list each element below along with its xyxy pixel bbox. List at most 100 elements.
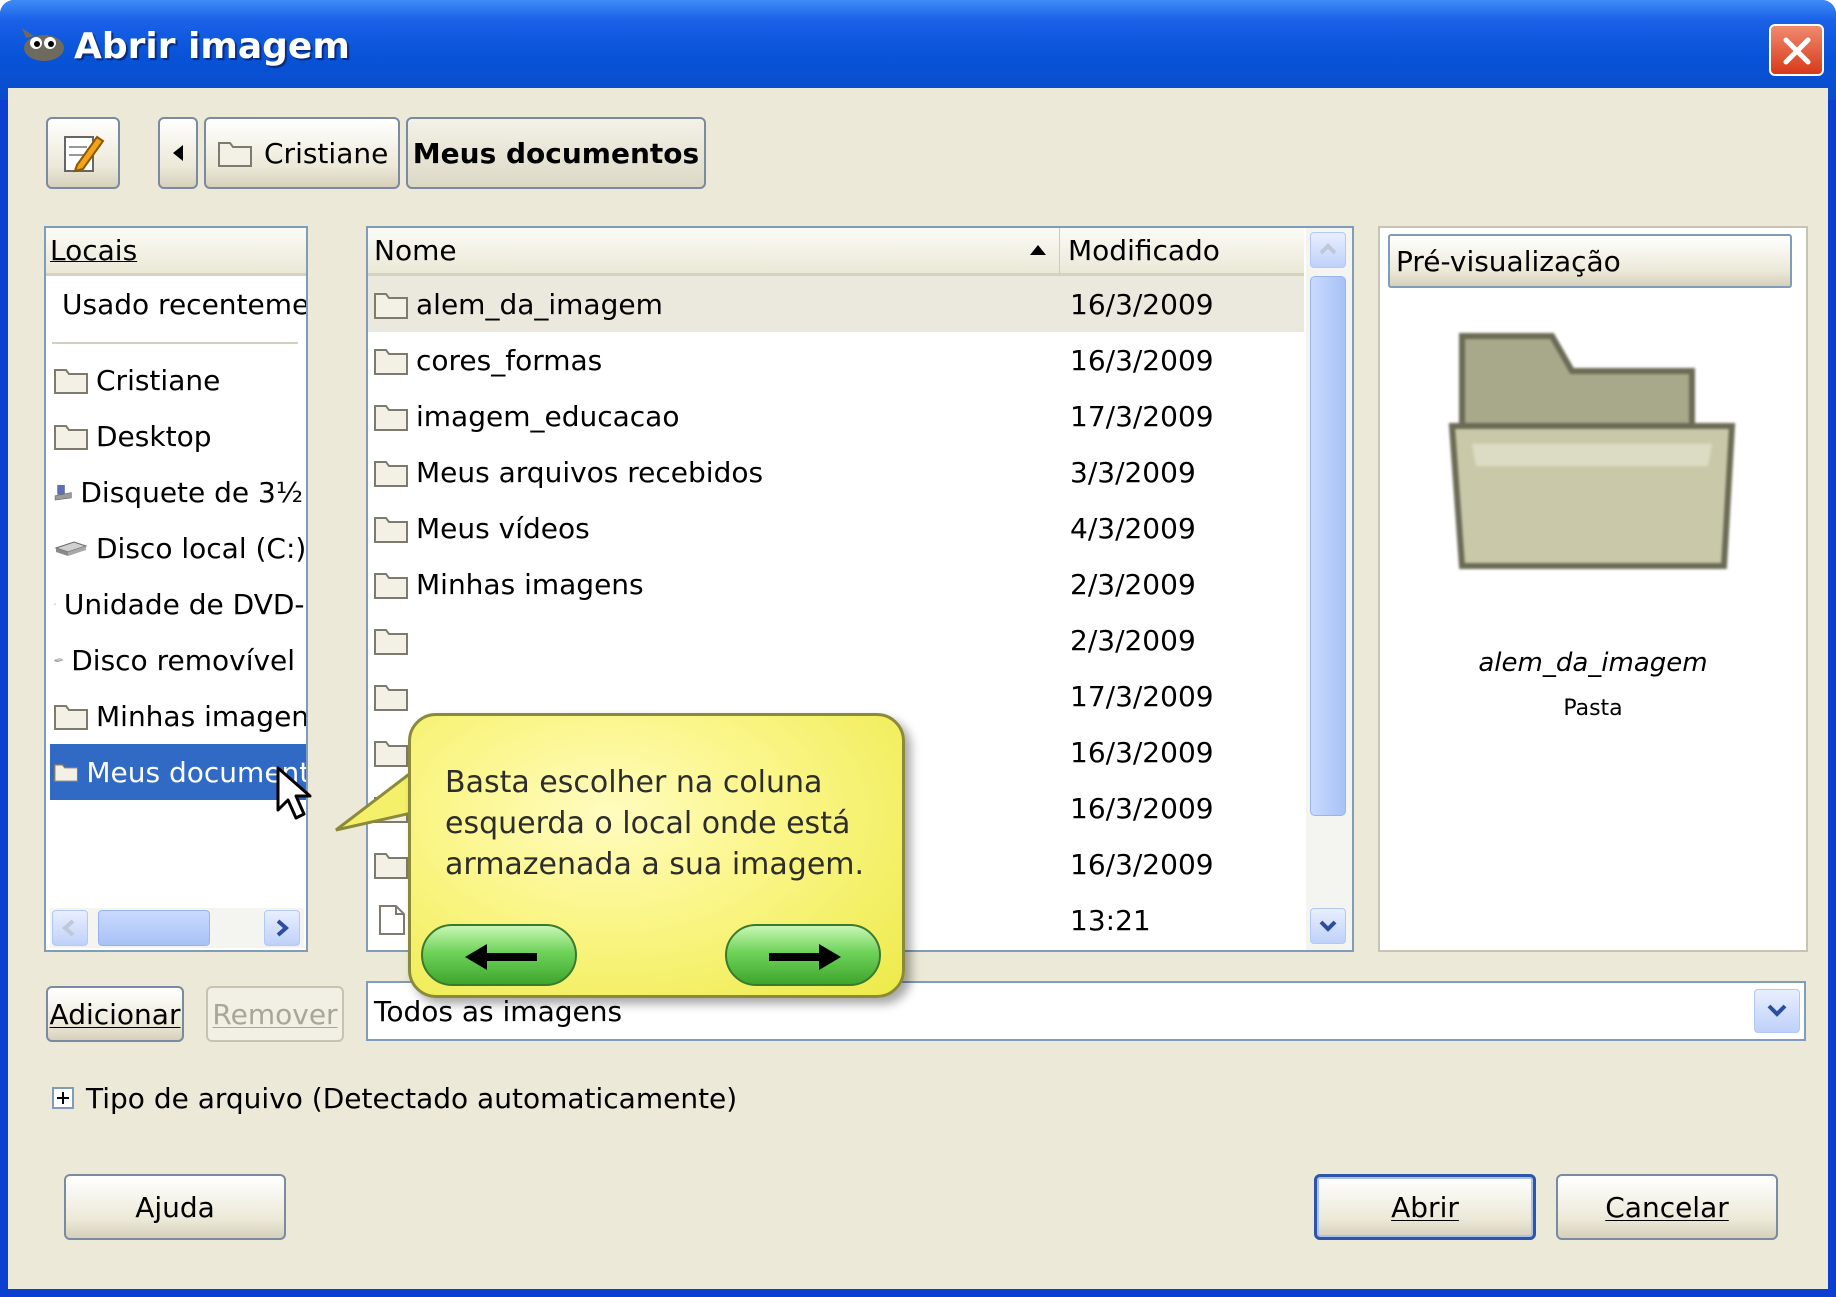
pencil-edit-icon: [64, 135, 105, 173]
file-icon: [379, 905, 405, 935]
folder-icon: [374, 349, 408, 375]
places-panel: Locais Usado recentemente Cristiane: [44, 226, 308, 952]
cancel-button[interactable]: Cancelar: [1556, 1174, 1778, 1240]
arrow-right-icon: [769, 944, 841, 970]
places-item-cristiane[interactable]: Cristiane: [50, 352, 306, 408]
file-row[interactable]: Meus arquivos recebidos 3/3/2009: [368, 444, 1304, 500]
scroll-down-button[interactable]: [1310, 908, 1346, 944]
places-item-recent[interactable]: Usado recentemente: [50, 276, 306, 332]
close-icon: [1783, 37, 1811, 65]
places-item-label: Minhas imagens: [96, 699, 308, 733]
chevron-down-icon: [1767, 1004, 1787, 1017]
filetype-expander[interactable]: Tipo de arquivo (Detectado automaticamen…: [52, 1078, 737, 1118]
folder-icon: [374, 741, 408, 767]
places-hscrollbar[interactable]: [50, 908, 304, 948]
folder-icon: [374, 293, 408, 319]
file-row[interactable]: 2/3/2009: [368, 612, 1304, 668]
folder-preview-icon: [1448, 333, 1736, 569]
column-modified-label: Modificado: [1068, 234, 1220, 267]
places-item-meus-documentos[interactable]: Meus documentos: [50, 744, 306, 800]
file-modified: 3/3/2009: [1070, 455, 1196, 489]
places-item-removable[interactable]: Disco removível (E:: [50, 632, 306, 688]
file-row[interactable]: alem_da_imagem 16/3/2009: [368, 276, 1304, 332]
file-vscrollbar[interactable]: [1306, 228, 1352, 950]
tutorial-next-button[interactable]: [725, 924, 881, 986]
add-bookmark-button[interactable]: Adicionar: [46, 986, 184, 1042]
file-modified: 17/3/2009: [1070, 679, 1214, 713]
dialog-window: Abrir imagem Cristiane Meus documentos L…: [0, 0, 1836, 1297]
file-row[interactable]: imagem_educacao 17/3/2009: [368, 388, 1304, 444]
open-button-label: Abrir: [1391, 1190, 1459, 1224]
path-button-cristiane[interactable]: Cristiane: [204, 117, 400, 189]
places-item-desktop[interactable]: Desktop: [50, 408, 306, 464]
help-button-label: Ajuda: [135, 1190, 215, 1224]
file-modified: 2/3/2009: [1070, 567, 1196, 601]
folder-icon: [218, 142, 252, 167]
file-modified: 16/3/2009: [1070, 847, 1214, 881]
preview-header: Pré-visualização: [1388, 234, 1792, 288]
tutorial-tooltip: Basta escolher na coluna esquerda o loca…: [408, 713, 905, 998]
drive-icon: [54, 541, 88, 556]
scroll-left-button[interactable]: [52, 910, 88, 946]
mouse-cursor-icon: [276, 766, 312, 820]
path-button-meus-documentos[interactable]: Meus documentos: [406, 117, 706, 189]
file-row[interactable]: Minhas imagens 2/3/2009: [368, 556, 1304, 612]
places-item-floppy[interactable]: Disquete de 3½ (A: [50, 464, 306, 520]
scroll-right-button[interactable]: [264, 910, 300, 946]
file-name: Meus vídeos: [416, 511, 590, 545]
window-title: Abrir imagem: [74, 26, 350, 67]
file-row[interactable]: Meus vídeos 4/3/2009: [368, 500, 1304, 556]
chevron-right-icon: [276, 919, 290, 937]
tutorial-text: Basta escolher na coluna esquerda o loca…: [445, 765, 865, 882]
remove-button-label: Remover: [212, 997, 338, 1031]
filter-dropdown-button[interactable]: [1754, 989, 1800, 1033]
remove-bookmark-button[interactable]: Remover: [206, 986, 344, 1042]
places-item-label: Desktop: [96, 419, 212, 453]
file-modified: 2/3/2009: [1070, 623, 1196, 657]
filetype-label: Tipo de arquivo (Detectado automaticamen…: [86, 1081, 738, 1115]
path-back-button[interactable]: [158, 117, 198, 189]
dvd-icon: [54, 603, 56, 605]
places-item-label: Disco local (C:): [96, 531, 307, 565]
column-header-name[interactable]: Nome: [368, 228, 1060, 276]
add-button-label: Adicionar: [49, 997, 181, 1031]
file-modified: 16/3/2009: [1070, 735, 1214, 769]
scroll-thumb[interactable]: [1310, 276, 1346, 816]
places-header-label: Locais: [50, 234, 138, 267]
cancel-button-label: Cancelar: [1605, 1190, 1729, 1224]
file-name: imagem_educacao: [416, 399, 680, 433]
places-item-label: Disquete de 3½ (A: [80, 475, 306, 509]
edit-location-button[interactable]: [46, 117, 120, 189]
dialog-body: Cristiane Meus documentos Locais Usado r…: [8, 88, 1828, 1289]
places-item-label: Meus documentos: [86, 755, 306, 789]
file-modified: 17/3/2009: [1070, 399, 1214, 433]
title-bar[interactable]: Abrir imagem: [0, 0, 1836, 100]
folder-icon: [374, 405, 408, 431]
file-modified: 13:21: [1070, 903, 1151, 937]
close-button[interactable]: [1769, 24, 1824, 76]
path-label: Cristiane: [264, 136, 389, 170]
expand-plus-icon: [52, 1087, 74, 1109]
preview-panel: Pré-visualização alem_da_imagem Pasta: [1378, 226, 1808, 952]
file-name: Meus arquivos recebidos: [416, 455, 764, 489]
places-item-label: Cristiane: [96, 363, 221, 397]
drive-icon: [54, 658, 64, 663]
places-header[interactable]: Locais: [46, 228, 306, 276]
tutorial-prev-button[interactable]: [421, 924, 577, 986]
file-name: Minhas imagens: [416, 567, 644, 601]
preview-header-label: Pré-visualização: [1396, 244, 1621, 278]
scroll-up-button[interactable]: [1310, 232, 1346, 268]
file-name: cores_formas: [416, 343, 603, 377]
scroll-thumb[interactable]: [98, 910, 210, 946]
open-button[interactable]: Abrir: [1314, 1174, 1536, 1240]
folder-icon: [54, 369, 88, 394]
path-label-active: Meus documentos: [412, 136, 700, 170]
places-item-minhas-imagens[interactable]: Minhas imagens: [50, 688, 308, 744]
chevron-down-icon: [1319, 920, 1337, 932]
help-button[interactable]: Ajuda: [64, 1174, 286, 1240]
file-modified: 4/3/2009: [1070, 511, 1196, 545]
places-item-local-disk[interactable]: Disco local (C:): [50, 520, 307, 576]
places-item-dvd[interactable]: Unidade de DVD-RA: [50, 576, 306, 632]
column-header-modified[interactable]: Modificado: [1060, 228, 1304, 276]
file-row[interactable]: cores_formas 16/3/2009: [368, 332, 1304, 388]
